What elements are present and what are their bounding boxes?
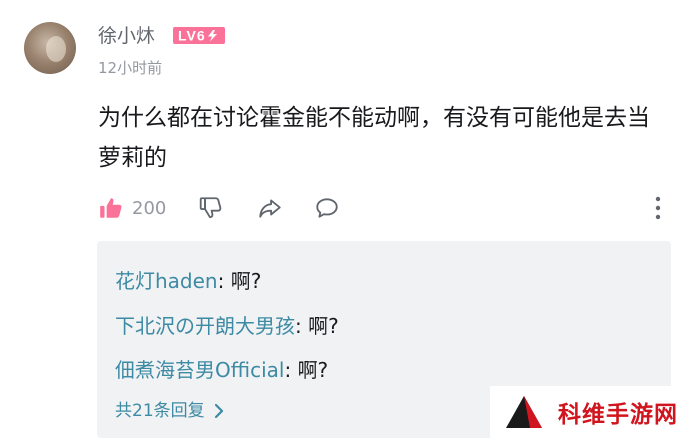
reply-text: 啊? <box>308 314 339 338</box>
thumbs-up-icon <box>100 198 122 218</box>
reply-item: 下北沢の开朗大男孩: 啊? <box>115 312 339 340</box>
reply-button[interactable] <box>313 190 341 226</box>
level-badge: LV6 <box>173 27 225 44</box>
more-button[interactable] <box>646 190 670 226</box>
view-all-replies-link[interactable]: 共21条回复 <box>115 399 225 423</box>
watermark-text: 科维手游网 <box>558 402 678 428</box>
comment-actions: 200 <box>98 190 668 226</box>
like-button[interactable]: 200 <box>98 190 166 226</box>
more-vertical-icon <box>655 196 661 220</box>
reply-item: 佃煮海苔男Official: 啊? <box>115 356 328 384</box>
reply-author[interactable]: 花灯haden <box>115 269 218 293</box>
reply-separator: : <box>217 269 231 293</box>
reply-separator: : <box>295 314 309 338</box>
like-count: 200 <box>132 197 167 219</box>
reply-author[interactable]: 佃煮海苔男Official <box>115 358 284 382</box>
dislike-button[interactable] <box>198 190 224 226</box>
replies-total-label: 共21条回复 <box>115 401 205 421</box>
share-button[interactable] <box>256 190 284 226</box>
reply-author[interactable]: 下北沢の开朗大男孩 <box>115 314 295 338</box>
username[interactable]: 徐小炑 <box>98 24 155 48</box>
reply-separator: : <box>284 358 298 382</box>
thumbs-down-icon <box>199 197 222 219</box>
timestamp: 12小时前 <box>98 59 163 77</box>
comment-icon <box>316 198 338 218</box>
reply-text: 啊? <box>297 358 329 382</box>
share-icon <box>259 199 281 218</box>
watermark: 科维手游网 <box>490 386 690 438</box>
triangle-logo-icon <box>506 396 542 428</box>
chevron-right-icon <box>214 403 223 419</box>
level-badge-text: LV6 <box>178 28 206 44</box>
reply-text: 啊? <box>230 269 262 293</box>
reply-item: 花灯haden: 啊? <box>115 267 261 295</box>
comment-text: 为什么都在讨论霍金能不能动啊，有没有可能他是去当萝莉的 <box>98 105 650 171</box>
avatar[interactable] <box>24 22 76 74</box>
